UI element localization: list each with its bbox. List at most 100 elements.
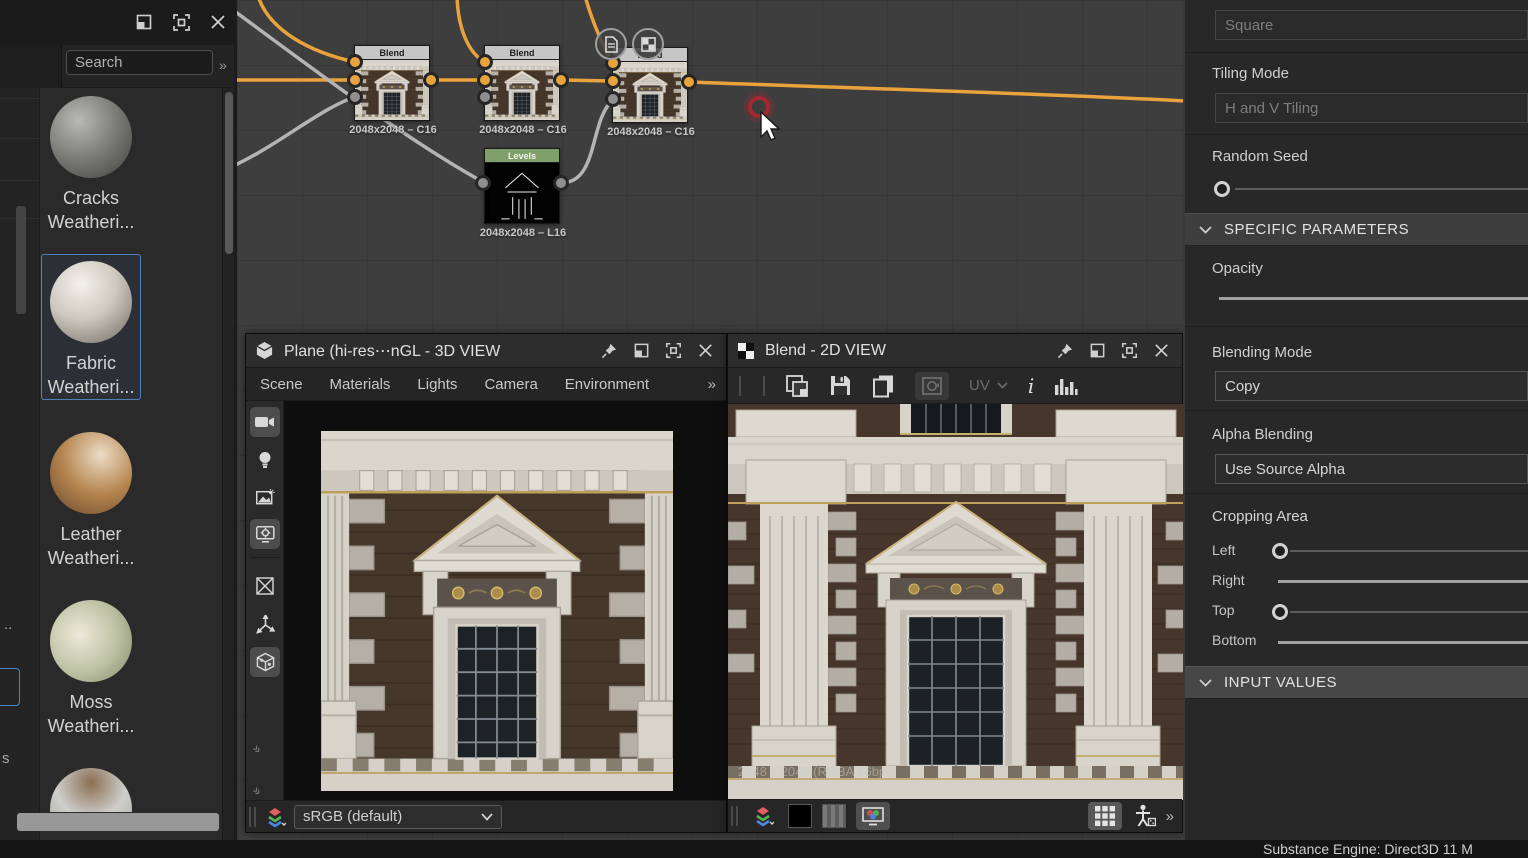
uv-mode-dropdown[interactable]: UV (969, 377, 1008, 394)
geometry-select-button[interactable] (250, 647, 280, 677)
wireframe-icon (256, 577, 274, 595)
menu-overflow-chevrons[interactable]: » (708, 376, 726, 393)
alpha-blending-label: Alpha Blending (1212, 426, 1313, 443)
crop-bottom-label: Bottom (1212, 632, 1256, 648)
engine-status-text: Substance Engine: Direct3D 11 M (1263, 841, 1473, 857)
pattern-swatch[interactable] (822, 804, 846, 828)
close-icon[interactable] (209, 13, 229, 33)
wireframe-toggle-button[interactable] (250, 571, 280, 601)
random-seed-track[interactable] (1235, 188, 1528, 190)
float-window-icon[interactable] (135, 13, 155, 33)
crop-left-track[interactable] (1290, 550, 1528, 552)
material-name-line2: Weatheri... (42, 375, 140, 399)
material-name-line1: Leather (41, 522, 141, 546)
blending-mode-dropdown[interactable]: Copy (1215, 371, 1528, 401)
maximize-icon[interactable] (665, 342, 682, 359)
panel-grip-chevrons[interactable]: » (250, 783, 266, 799)
background-color-swatch[interactable] (788, 804, 812, 828)
view3d-titlebar[interactable]: Plane (hi-res⋯nGL - 3D VIEW (246, 334, 726, 368)
specific-parameters-header[interactable]: SPECIFIC PARAMETERS (1185, 213, 1528, 246)
light-tool-button[interactable] (250, 445, 280, 475)
close-icon[interactable] (697, 342, 714, 359)
graph-doc-button[interactable] (595, 28, 627, 60)
color-channels-icon[interactable] (752, 805, 774, 827)
node-levels[interactable]: Levels 2048x2048 – L16 (484, 148, 560, 224)
input-values-header[interactable]: INPUT VALUES (1185, 666, 1528, 699)
crop-top-knob[interactable] (1272, 604, 1288, 620)
transform-view-button[interactable] (915, 372, 949, 400)
node-blend-1[interactable]: Blend 2048x2048 – C16 (354, 45, 430, 121)
view2d-image[interactable]: 2048 x 2048 (RGBA 16bpc) (728, 404, 1184, 800)
maximize-icon[interactable] (172, 13, 192, 33)
toolbar-overflow-chevrons[interactable]: » (1166, 808, 1174, 825)
library-vertical-scrollbar[interactable] (222, 88, 234, 840)
info-button[interactable]: i (1028, 374, 1034, 398)
opacity-track[interactable] (1219, 297, 1528, 300)
camera-tool-button[interactable] (250, 407, 280, 437)
crop-left-knob[interactable] (1272, 543, 1288, 559)
environment-tool-button[interactable] (250, 482, 280, 512)
node-caption: 2048x2048 – C16 (579, 126, 723, 138)
colorspace-value: sRGB (default) (303, 808, 402, 825)
search-expand-chevrons[interactable]: » (219, 57, 227, 73)
material-name-line1: Moss (41, 690, 141, 714)
node-title: Levels (485, 149, 559, 163)
image-transform-icon (922, 377, 942, 395)
material-item-partial[interactable] (41, 762, 141, 812)
display-filter-button[interactable] (856, 802, 890, 830)
material-item-moss[interactable]: Moss Weatheri... (41, 594, 141, 738)
float-window-icon[interactable] (1089, 342, 1106, 359)
fragment-dots: .. (4, 616, 12, 633)
material-item-cracks[interactable]: Cracks Weatheri... (41, 90, 141, 234)
display-gear-icon (256, 526, 275, 543)
blend-texture (728, 404, 1184, 800)
close-icon[interactable] (1153, 342, 1170, 359)
save-button[interactable] (829, 374, 852, 397)
pin-icon[interactable] (1057, 342, 1074, 359)
view2d-titlebar[interactable]: Blend - 2D VIEW (728, 334, 1182, 368)
menu-scene[interactable]: Scene (260, 376, 303, 393)
mannequin-random-button[interactable] (1134, 804, 1156, 828)
crop-right-track[interactable] (1278, 580, 1528, 583)
node-blend-2[interactable]: Blend 2048x2048 – C16 (484, 45, 560, 121)
pin-icon[interactable] (601, 342, 618, 359)
menu-environment[interactable]: Environment (565, 376, 649, 393)
tiling-grid-button[interactable] (1088, 802, 1122, 830)
material-name-line2: Weatheri... (41, 546, 141, 570)
view3d-viewport[interactable] (284, 401, 727, 800)
library-horizontal-scrollbar[interactable] (17, 813, 219, 831)
menu-materials[interactable]: Materials (330, 376, 391, 393)
histogram-button[interactable] (1054, 376, 1078, 396)
material-sphere (50, 768, 132, 812)
axis-gizmo-button[interactable] (250, 609, 280, 639)
document-icon (604, 36, 619, 53)
random-seed-knob[interactable] (1214, 181, 1230, 197)
tiling-mode-dropdown[interactable]: H and V Tiling (1215, 93, 1528, 123)
copy-image-button[interactable] (785, 374, 809, 398)
view2d-toolbar: UV i (728, 368, 1182, 404)
fragment-selected-row[interactable] (0, 668, 20, 706)
material-item-leather[interactable]: Leather Weatheri... (41, 426, 141, 570)
maximize-icon[interactable] (1121, 342, 1138, 359)
output-size-dropdown[interactable]: Square (1215, 10, 1528, 40)
copy-button[interactable] (872, 374, 895, 398)
graph-2dview-button[interactable] (632, 28, 664, 60)
panel-grip-chevrons[interactable]: » (250, 741, 266, 757)
display-settings-button[interactable] (250, 519, 280, 549)
float-window-icon[interactable] (633, 342, 650, 359)
crop-right-label: Right (1212, 572, 1245, 588)
search-input[interactable] (66, 50, 213, 75)
color-channels-icon[interactable] (264, 806, 286, 828)
material-item-fabric[interactable]: Fabric Weatheri... (41, 254, 141, 400)
material-name-line1: Fabric (42, 351, 140, 375)
colorspace-select[interactable]: sRGB (default) (294, 805, 502, 829)
crop-top-track[interactable] (1290, 611, 1528, 613)
menu-lights[interactable]: Lights (417, 376, 457, 393)
material-name-line2: Weatheri... (41, 714, 141, 738)
alpha-blending-dropdown[interactable]: Use Source Alpha (1215, 454, 1528, 484)
library-tab-stub[interactable] (0, 45, 62, 88)
view3d-panel: Plane (hi-res⋯nGL - 3D VIEW Scene Materi… (245, 333, 727, 833)
fragment-scrollbar[interactable] (16, 206, 26, 314)
crop-bottom-track[interactable] (1278, 641, 1528, 644)
menu-camera[interactable]: Camera (484, 376, 537, 393)
